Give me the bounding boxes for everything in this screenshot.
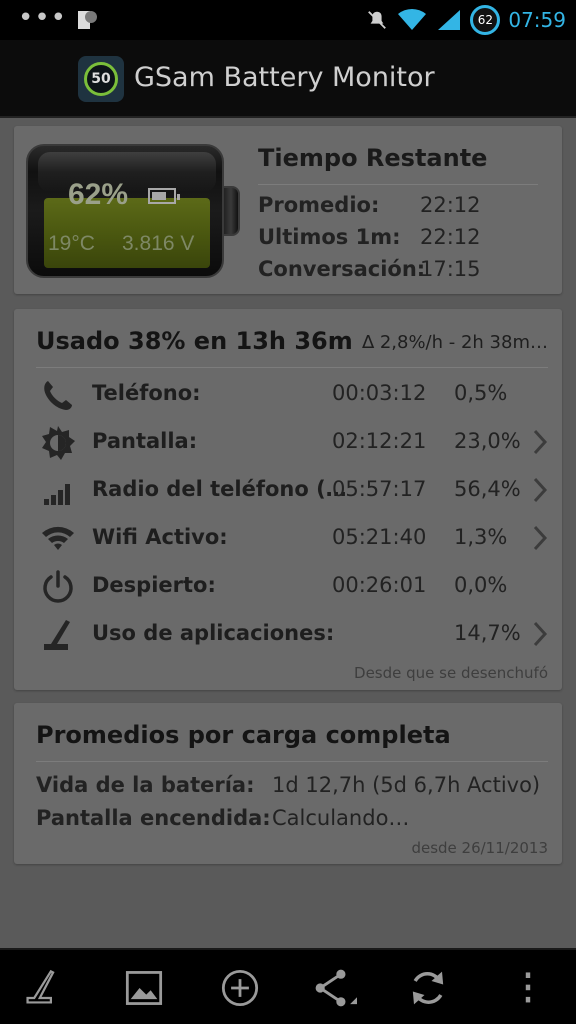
usage-duration: 05:57:17 [332,477,427,501]
usage-duration: 02:12:21 [332,429,427,453]
cell-signal-icon [438,10,461,30]
usage-header[interactable]: Usado 38% en 13h 36m ∆ 2,8%/h - 2h 38m… [36,327,548,363]
bottom-toolbar [0,948,576,1024]
action-bar: 50 GSam Battery Monitor [0,40,576,118]
battery-graphic: 62% 19°C 3.816 V [26,144,242,278]
chevron-right-icon[interactable] [530,475,550,505]
usage-row-apps[interactable]: Uso de aplicaciones: 14,7% [36,613,552,659]
averages-value: 1d 12,7h (5d 6,7h Activo) [272,773,541,797]
time-remaining-row: Ultimos 1m: 22:12 [258,225,538,249]
usage-percent: 23,0% [454,429,521,453]
time-remaining-value: 22:12 [420,193,481,217]
usage-percent: 0,0% [454,573,508,597]
app-icon[interactable]: 50 [78,56,124,102]
status-bar: ••• 62 07:59 [0,0,576,40]
usage-rate: ∆ 2,8%/h - 2h 38m… [362,332,548,353]
wifi-status-icon [398,8,427,31]
overflow-menu-button[interactable] [504,964,552,1012]
averages-footer: desde 26/11/2013 [411,839,548,857]
app-title: GSam Battery Monitor [134,62,435,93]
time-remaining-row: Promedio: 22:12 [258,193,538,217]
time-remaining-title: Tiempo Restante [258,144,538,185]
signal-bars-icon [44,484,70,505]
usage-percent: 1,3% [454,525,508,549]
add-button[interactable] [216,964,264,1012]
usage-summary: Usado 38% en 13h 36m [36,327,353,355]
usage-row-phone[interactable]: Teléfono: 00:03:12 0,5% [36,373,552,419]
battery-small-icon [148,188,180,204]
usage-row-wifi[interactable]: Wifi Activo: 05:21:40 1,3% [36,517,552,563]
battery-level-badge: 62 [470,5,501,35]
usage-percent: 56,4% [454,477,521,501]
battery-temperature: 19°C [48,232,95,255]
divider [36,761,548,762]
usage-duration: 05:21:40 [332,525,427,549]
refresh-icon [412,971,444,1005]
usage-card: Usado 38% en 13h 36m ∆ 2,8%/h - 2h 38m… … [14,309,562,690]
time-remaining-label: Promedio: [258,193,380,217]
notification-dots: ••• [18,3,68,33]
usage-duration: 00:26:01 [332,573,427,597]
time-remaining-value: 22:12 [420,225,481,249]
usage-row-radio[interactable]: Radio del teléfono (… 05:57:17 56,4% [36,469,552,515]
time-remaining-label: Ultimos 1m: [258,225,401,249]
averages-label: Pantalla encendida: [36,806,271,830]
usage-row-awake[interactable]: Despierto: 00:26:01 0,0% [36,565,552,611]
chevron-right-icon[interactable] [530,619,550,649]
usage-percent: 14,7% [454,621,521,645]
clock: 07:59 [508,8,566,32]
usage-row-screen[interactable]: Pantalla: 02:12:21 23,0% [36,421,552,467]
screen-brightness-icon [42,426,75,460]
usage-name: Uso de aplicaciones: [92,621,335,645]
image-button[interactable] [120,964,168,1012]
app-usage-icon [26,969,55,1004]
chevron-right-icon[interactable] [530,523,550,553]
share-icon [315,969,357,1007]
divider [36,367,548,368]
chevron-right-icon[interactable] [530,427,550,457]
usage-name: Despierto: [92,573,216,597]
refresh-button[interactable] [404,964,452,1012]
battery-percent: 62% [68,178,129,211]
battery-summary-card[interactable]: 62% 19°C 3.816 V Tiempo Restante Promedi… [14,126,562,294]
usage-name: Radio del teléfono (… [92,477,347,501]
usage-duration: 00:03:12 [332,381,427,405]
battery-cap [222,186,240,236]
usage-name: Teléfono: [92,381,201,405]
power-icon [43,570,73,603]
app-usage-button[interactable] [18,964,66,1012]
app-usage-icon [44,620,70,650]
usage-percent: 0,5% [454,381,508,405]
averages-title: Promedios por carga completa [36,721,451,749]
image-icon [125,971,163,1005]
time-remaining-label: Conversación: [258,257,426,281]
app-icon-label: 50 [84,62,118,96]
notification-app-icon [78,11,97,29]
share-button[interactable] [310,964,358,1012]
add-icon [221,969,259,1007]
phone-icon [44,381,72,410]
overflow-menu-icon [525,972,531,1003]
averages-value: Calculando… [272,806,410,830]
status-icons: 62 07:59 [366,5,566,35]
wifi-icon [42,526,74,550]
averages-card[interactable]: Promedios por carga completa Vida de la … [14,703,562,864]
usage-name: Wifi Activo: [92,525,228,549]
usage-footer: Desde que se desenchufó [354,664,548,682]
usage-name: Pantalla: [92,429,198,453]
time-remaining-panel: Tiempo Restante Promedio: 22:12 Ultimos … [258,144,538,281]
battery-voltage: 3.816 V [122,232,195,255]
time-remaining-value: 17:15 [420,257,481,281]
muted-notification-icon [368,11,387,29]
averages-label: Vida de la batería: [36,773,255,797]
time-remaining-row: Conversación: 17:15 [258,257,538,281]
